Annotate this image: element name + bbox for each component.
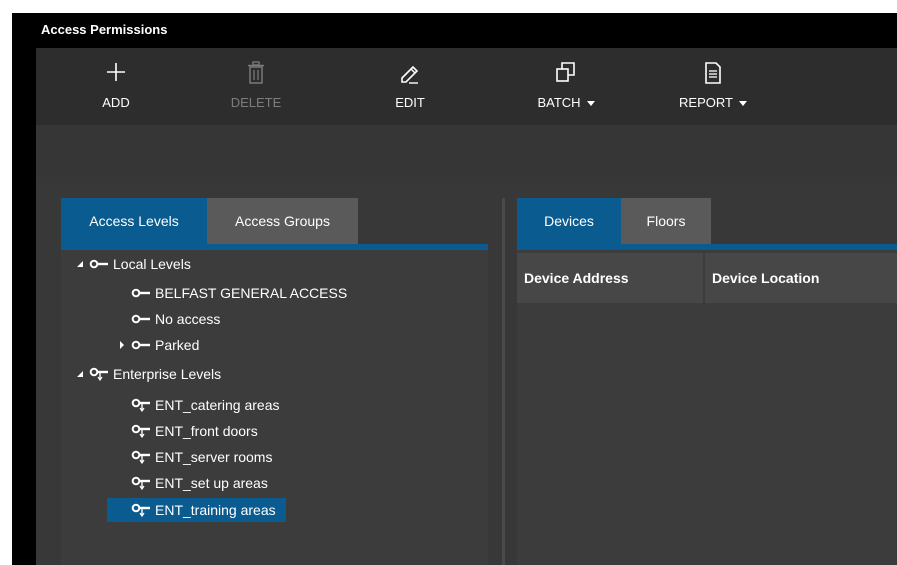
title-bar: Access Permissions: [12, 13, 897, 45]
device-grid-header: Device Address Device Location: [517, 253, 897, 303]
batch-button[interactable]: BATCH: [521, 48, 611, 125]
trash-icon: [248, 61, 264, 84]
report-label: REPORT: [663, 95, 763, 110]
app-content: ADD DELETE EDIT BATCH REPORT Access Leve…: [36, 48, 897, 565]
tree-label: Parked: [155, 337, 200, 353]
chevron-down-icon: [738, 101, 747, 107]
tree-node-local-levels[interactable]: Local Levels: [71, 253, 197, 275]
collapse-icon[interactable]: [75, 259, 85, 269]
tab-floors[interactable]: Floors: [621, 198, 711, 244]
column-device-address[interactable]: Device Address: [517, 253, 703, 303]
panel-splitter[interactable]: [502, 198, 505, 565]
tab-access-groups[interactable]: Access Groups: [207, 198, 358, 244]
tree-node-ent-set-up-areas[interactable]: ENT_set up areas: [127, 472, 274, 494]
pencil-icon: [401, 65, 419, 84]
tree-label: No access: [155, 311, 221, 327]
collapse-icon[interactable]: [75, 369, 85, 379]
plus-icon: [107, 63, 125, 81]
left-tab-bar: Access Levels Access Groups: [61, 198, 488, 244]
tree-node-no-access[interactable]: No access: [127, 308, 226, 330]
key-icon: [89, 259, 108, 269]
add-button[interactable]: ADD: [81, 48, 151, 125]
tree-node-ent-training-areas[interactable]: ENT_training areas: [107, 498, 286, 522]
tab-access-levels[interactable]: Access Levels: [61, 198, 207, 244]
edit-button[interactable]: EDIT: [375, 48, 445, 125]
tree-node-belfast-general-access[interactable]: BELFAST GENERAL ACCESS: [127, 282, 353, 304]
access-levels-panel: Access Levels Access Groups Local Levels: [61, 198, 488, 565]
left-edge: [0, 0, 12, 565]
document-icon: [705, 62, 721, 84]
copy-icon: [556, 62, 575, 82]
expand-icon[interactable]: [117, 340, 127, 350]
right-tab-underline: [517, 244, 897, 250]
tree-label: ENT_server rooms: [155, 449, 273, 465]
column-device-location[interactable]: Device Location: [705, 253, 897, 303]
tree-label: Enterprise Levels: [113, 366, 222, 382]
key-arrow-icon: [89, 367, 108, 381]
device-grid-body: [517, 303, 897, 565]
tree-label: ENT_catering areas: [155, 397, 280, 413]
tree-label: ENT_front doors: [155, 423, 258, 439]
key-icon: [131, 340, 150, 350]
left-tab-underline: [61, 244, 488, 250]
chevron-down-icon: [586, 101, 595, 107]
tree-label: BELFAST GENERAL ACCESS: [155, 285, 348, 301]
key-arrow-icon: [131, 476, 150, 490]
tree-node-ent-server-rooms[interactable]: ENT_server rooms: [127, 446, 278, 468]
batch-label: BATCH: [521, 95, 611, 110]
add-label: ADD: [102, 95, 130, 110]
window-title: Access Permissions: [41, 22, 168, 37]
right-tab-bar: Devices Floors: [517, 198, 897, 244]
report-button[interactable]: REPORT: [663, 48, 763, 125]
app-window: Access Permissions ADD DELETE EDIT BATCH…: [12, 13, 897, 565]
sub-toolbar: [36, 125, 897, 177]
tree-label: ENT_training areas: [155, 502, 276, 518]
tree-node-parked[interactable]: Parked: [113, 334, 205, 356]
tab-devices[interactable]: Devices: [517, 198, 621, 244]
toolbar: ADD DELETE EDIT BATCH REPORT: [36, 48, 897, 125]
tree-node-ent-catering-areas[interactable]: ENT_catering areas: [127, 394, 286, 416]
devices-panel: Devices Floors Device Address Device Loc…: [517, 198, 897, 565]
tree-node-enterprise-levels[interactable]: Enterprise Levels: [71, 363, 227, 385]
edit-label: EDIT: [395, 95, 425, 110]
key-arrow-icon: [131, 503, 150, 517]
delete-button[interactable]: DELETE: [216, 48, 296, 125]
tree-label: ENT_set up areas: [155, 475, 268, 491]
key-arrow-icon: [131, 424, 150, 438]
key-arrow-icon: [131, 450, 150, 464]
tree-node-ent-front-doors[interactable]: ENT_front doors: [127, 420, 264, 442]
key-arrow-icon: [131, 398, 150, 412]
delete-label: DELETE: [230, 95, 282, 110]
key-icon: [131, 288, 150, 298]
tree-label: Local Levels: [113, 256, 191, 272]
key-icon: [131, 314, 150, 324]
